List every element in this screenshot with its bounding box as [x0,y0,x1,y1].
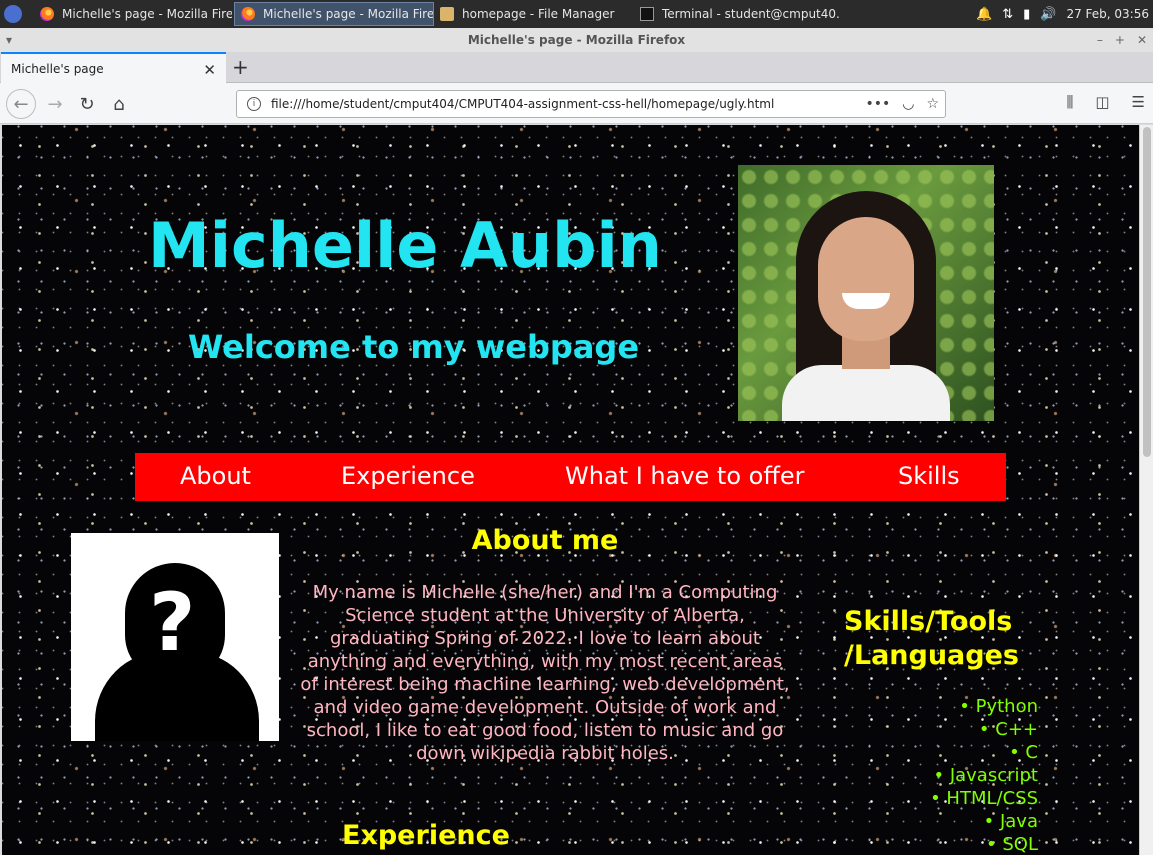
tab-title: Michelle's page [11,61,104,76]
notification-bell-icon[interactable]: 🔔 [976,7,992,22]
taskbar-task-label: Terminal - student@cmput40... [662,7,839,21]
scrollbar-thumb[interactable] [1143,127,1151,457]
volume-icon[interactable]: 🔊 [1040,7,1056,22]
about-paragraph: My name is Michelle (she/her) and I'm a … [300,582,790,764]
taskbar-task-terminal[interactable]: Terminal - student@cmput40... [634,2,839,26]
sidebar-icon[interactable]: ◫ [1095,93,1109,111]
hamburger-menu-icon[interactable]: ☰ [1132,93,1145,111]
nav-link-about[interactable]: About [180,462,251,490]
library-icon[interactable]: ⫼ [1066,93,1073,111]
welcome-heading: Welcome to my webpage [188,328,640,366]
window-title: Michelle's page - Mozilla Firefox [467,33,686,47]
skill-item: • HTML/CSS [930,788,1038,809]
nav-link-offer[interactable]: What I have to offer [565,462,804,490]
url-text: file:///home/student/cmput404/CMPUT404-a… [271,97,775,111]
new-tab-icon[interactable]: + [232,55,249,79]
pocket-icon[interactable]: ◡ [902,91,914,117]
bookmark-star-icon[interactable]: ☆ [926,91,939,117]
system-tray: 🔔 ⇅ ▮ 🔊 27 Feb, 03:56 [976,0,1153,28]
back-arrow-icon[interactable]: ← [6,89,36,119]
forward-arrow-icon[interactable]: → [40,89,70,119]
nav-link-skills[interactable]: Skills [898,462,960,490]
folder-icon [440,7,454,21]
skills-heading: Skills/Tools /Languages [844,606,1019,671]
app-menu-icon[interactable] [4,5,22,23]
toolbar-right: ⫼ ◫ ☰ [1066,93,1145,111]
navigation-toolbar: ← → ↻ ⌂ i file:///home/student/cmput404/… [0,83,1153,124]
url-actions: ••• ◡ ☆ [865,91,939,117]
clock[interactable]: 27 Feb, 03:56 [1066,7,1149,21]
tab-close-icon[interactable]: ✕ [203,61,216,79]
taskbar-task-firefox-1[interactable]: Michelle's page - Mozilla Fire... [34,2,232,26]
firefox-icon [241,7,255,21]
minimize-icon[interactable]: – [1097,28,1103,52]
maximize-icon[interactable]: + [1115,28,1125,52]
taskbar-task-label: Michelle's page - Mozilla Fire... [263,7,434,21]
url-bar[interactable]: i file:///home/student/cmput404/CMPUT404… [236,90,946,118]
nav-link-experience[interactable]: Experience [341,462,475,490]
network-icon[interactable]: ⇅ [1002,7,1013,22]
page-heading-name: Michelle Aubin [148,209,662,282]
skill-item: • SQL [986,834,1038,855]
page-scrollbar[interactable] [1139,125,1153,855]
reload-icon[interactable]: ↻ [72,89,102,119]
page-nav-bar: About Experience What I have to offer Sk… [135,453,1006,501]
window-menu-icon[interactable]: ▾ [6,28,12,52]
skill-item: • C++ [978,719,1038,740]
window-controls: – + ✕ [1097,28,1147,52]
skill-item: • Java [983,811,1038,832]
skills-list: • Python • C++ • C • Javascript • HTML/C… [838,695,1038,855]
taskbar-task-label: Michelle's page - Mozilla Fire... [62,7,232,21]
site-info-icon[interactable]: i [247,97,261,111]
tab-michelles-page[interactable]: Michelle's page ✕ [1,52,226,83]
window-titlebar: ▾ Michelle's page - Mozilla Firefox – + … [0,28,1153,52]
placeholder-avatar: ? [71,533,279,741]
page-actions-icon[interactable]: ••• [865,91,890,117]
taskbar: Michelle's page - Mozilla Fire... Michel… [0,0,1153,28]
home-icon[interactable]: ⌂ [104,89,134,119]
taskbar-task-firefox-2[interactable]: Michelle's page - Mozilla Fire... [234,2,434,26]
skill-item: • Javascript [933,765,1038,786]
page-viewport: Michelle Aubin Welcome to my webpage Abo… [2,125,1139,855]
close-icon[interactable]: ✕ [1137,28,1147,52]
profile-photo [738,165,994,421]
tab-strip: Michelle's page ✕ + [0,52,1153,83]
terminal-icon [640,7,654,21]
question-mark-icon: ? [149,576,196,669]
battery-icon[interactable]: ▮ [1023,7,1030,22]
taskbar-task-file-manager[interactable]: homepage - File Manager [434,2,634,26]
taskbar-task-label: homepage - File Manager [462,7,615,21]
skill-item: • Python [959,696,1038,717]
experience-heading: Experience [342,820,510,851]
about-heading: About me [471,525,619,556]
skill-item: • C [1009,742,1038,763]
firefox-icon [40,7,54,21]
